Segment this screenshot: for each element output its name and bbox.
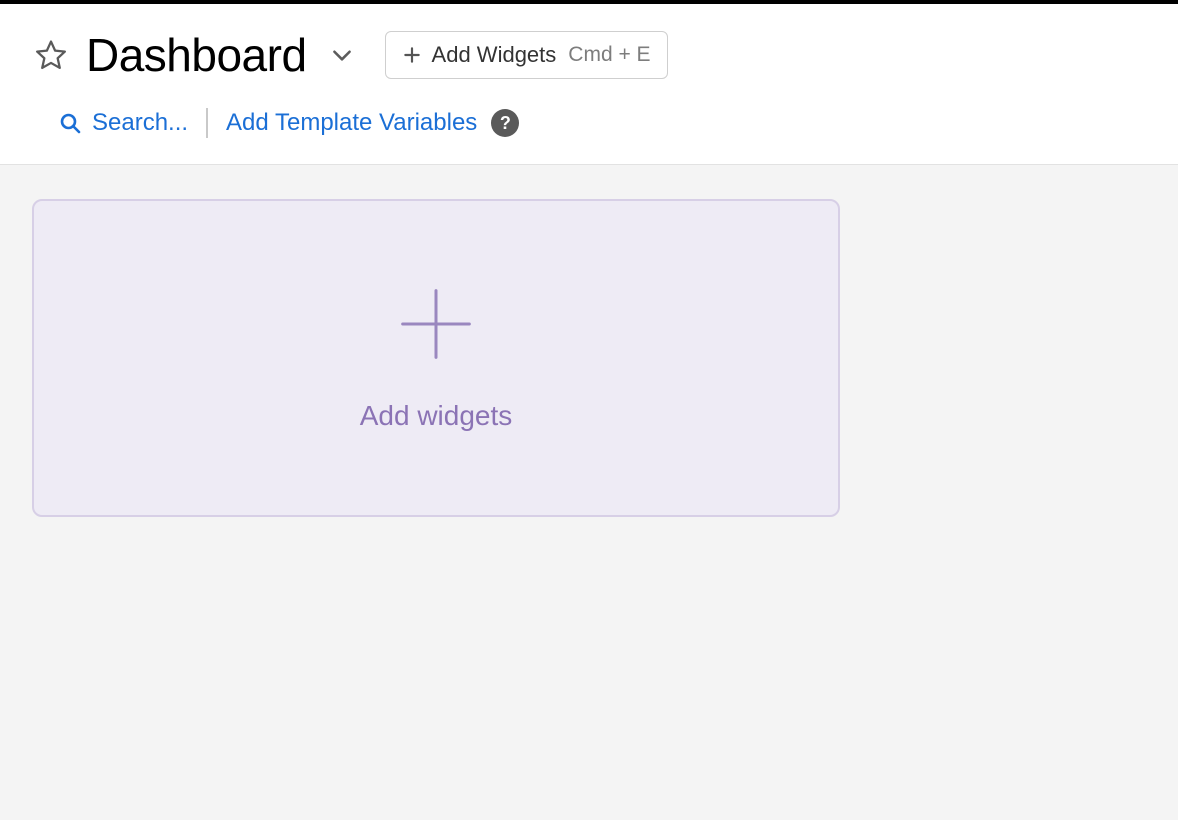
plus-icon — [402, 45, 422, 65]
add-template-variables-link[interactable]: Add Template Variables ? — [226, 109, 519, 137]
template-link-label: Add Template Variables — [226, 109, 477, 137]
search-icon — [58, 111, 82, 135]
add-widgets-button[interactable]: Add Widgets Cmd + E — [385, 31, 668, 79]
add-widgets-card-label: Add widgets — [360, 400, 513, 432]
plus-large-icon — [396, 284, 476, 364]
add-widgets-shortcut: Cmd + E — [568, 43, 650, 67]
chevron-down-icon[interactable] — [329, 42, 355, 68]
vertical-divider — [206, 108, 208, 138]
help-icon[interactable]: ? — [491, 109, 519, 137]
search-link[interactable]: Search... — [58, 109, 188, 137]
content-area: Add widgets — [0, 164, 1178, 820]
search-placeholder: Search... — [92, 109, 188, 137]
star-icon[interactable] — [32, 36, 70, 74]
subheader-bar: Search... Add Template Variables ? — [0, 100, 1178, 164]
add-widgets-card[interactable]: Add widgets — [32, 199, 840, 517]
header-bar: Dashboard Add Widgets Cmd + E — [0, 4, 1178, 100]
page-title[interactable]: Dashboard — [86, 28, 307, 82]
add-widgets-label: Add Widgets — [432, 42, 557, 68]
